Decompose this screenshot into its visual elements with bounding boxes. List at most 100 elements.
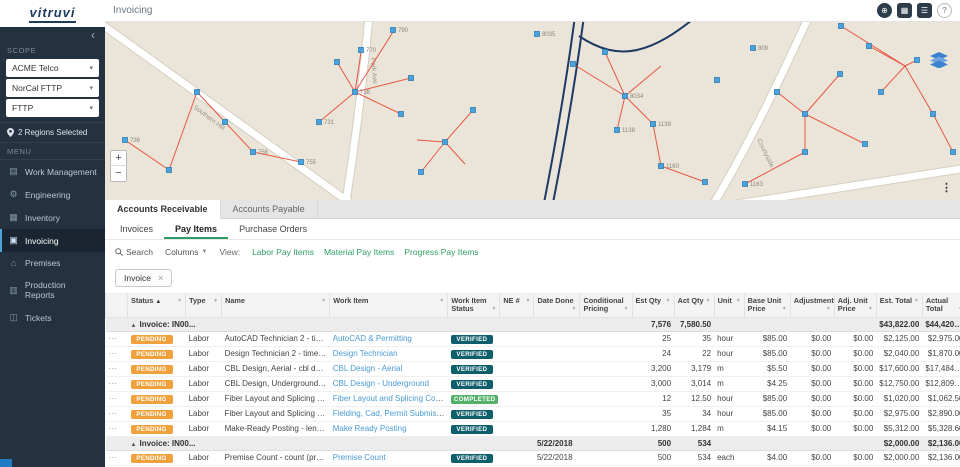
view-link-progress-pay-items[interactable]: Progress Pay Items bbox=[404, 247, 478, 257]
filter-icon[interactable]: ▼ bbox=[666, 298, 671, 305]
filter-icon[interactable]: ▼ bbox=[868, 307, 873, 313]
split-layout-icon[interactable]: ▦ bbox=[897, 3, 912, 18]
filter-icon[interactable]: ▼ bbox=[624, 307, 629, 313]
view-link-labor-pay-items[interactable]: Labor Pay Items bbox=[252, 247, 314, 257]
zoom-out-button[interactable]: − bbox=[111, 166, 126, 181]
map-layers-button[interactable] bbox=[930, 52, 948, 73]
filter-icon[interactable]: ▼ bbox=[914, 298, 919, 305]
work-item-link[interactable]: Make Ready Posting bbox=[333, 424, 407, 433]
map-more-button[interactable]: ⋮ bbox=[941, 181, 952, 194]
col-header-type[interactable]: Type ▼ bbox=[185, 294, 223, 318]
row-menu-icon[interactable]: ⋯ bbox=[109, 349, 118, 358]
col-header-work-item-status[interactable]: Work Item Status ▼ bbox=[447, 294, 501, 318]
filter-icon[interactable]: ▼ bbox=[572, 307, 577, 313]
filter-icon[interactable]: ▼ bbox=[439, 298, 444, 305]
work-item-link[interactable]: Fiber Layout and Splicing Configuration bbox=[333, 394, 448, 403]
drop-line bbox=[624, 65, 662, 97]
filter-icon[interactable]: ▼ bbox=[826, 307, 831, 313]
sidebar-item-work-management[interactable]: ▤ Work Management bbox=[0, 160, 105, 183]
subtab-pay-items[interactable]: Pay Items bbox=[164, 219, 228, 239]
work-item-link[interactable]: CBL Design - Underground bbox=[333, 379, 429, 388]
collapse-group-icon[interactable]: ▲ bbox=[131, 442, 137, 448]
sidebar-item-invoicing[interactable]: ▣ Invoicing bbox=[0, 229, 105, 252]
map-canvas[interactable]: Southern HillPark AveCourtyside736756755… bbox=[105, 22, 960, 200]
invoice-group-chip[interactable]: Invoice × bbox=[115, 269, 173, 287]
row-menu-icon[interactable]: ⋯ bbox=[109, 453, 118, 462]
col-header-est-qty[interactable]: Est Qty ▼ bbox=[631, 294, 675, 318]
help-icon[interactable]: ? bbox=[937, 3, 952, 18]
row-menu-icon[interactable]: ⋯ bbox=[109, 379, 118, 388]
table-layout-icon[interactable]: ☰ bbox=[917, 3, 932, 18]
col-header-work-item[interactable]: Work Item ▼ bbox=[329, 294, 449, 318]
row-menu-icon[interactable]: ⋯ bbox=[109, 334, 118, 343]
pay-item-row[interactable]: ⋯ PENDING Labor Fiber Layout and Splicing C… bbox=[105, 406, 960, 422]
work-item-link[interactable]: Fielding, Cad, Permit Submission bbox=[333, 409, 448, 418]
filter-icon[interactable]: ▼ bbox=[782, 307, 787, 313]
scope-select-acme-telco[interactable]: ACME Telco ▾ bbox=[6, 59, 99, 77]
brand-logo[interactable]: vitruvi bbox=[0, 0, 105, 27]
row-menu-icon[interactable]: ⋯ bbox=[109, 364, 118, 373]
sidebar-item-premises[interactable]: ⌂ Premises bbox=[0, 252, 105, 274]
search-button[interactable]: Search bbox=[115, 247, 153, 257]
col-header-est-total[interactable]: Est. Total ▼ bbox=[875, 294, 923, 318]
est-total-cell: $17,600.00 bbox=[876, 361, 923, 377]
col-header-ne[interactable]: NE # ▼ bbox=[499, 294, 535, 318]
pay-item-row[interactable]: ⋯ PENDING Labor CBL Design, Aerial - cbl de… bbox=[105, 361, 960, 377]
tab-accounts-receivable[interactable]: Accounts Receivable bbox=[105, 200, 221, 219]
tab-accounts-payable[interactable]: Accounts Payable bbox=[221, 200, 318, 218]
work-item-link[interactable]: Design Technician bbox=[333, 349, 398, 358]
filter-icon[interactable]: ▼ bbox=[706, 298, 711, 305]
zoom-in-button[interactable]: + bbox=[111, 151, 126, 166]
filter-icon[interactable]: ▼ bbox=[321, 298, 326, 305]
col-header-actual-total[interactable]: Actual Total▼ bbox=[921, 294, 960, 318]
pay-item-row[interactable]: ⋯ PENDING Labor Premise Count - count (prem… bbox=[105, 450, 960, 466]
date-done-cell: 5/22/2018 bbox=[533, 450, 580, 466]
col-header-date-done[interactable]: Date Done ▼ bbox=[533, 294, 581, 318]
pay-item-row[interactable]: ⋯ PENDING Labor CBL Design, Underground - c… bbox=[105, 376, 960, 392]
pay-item-row[interactable]: ⋯ PENDING Labor Make-Ready Posting - length… bbox=[105, 421, 960, 437]
subtab-purchase-orders[interactable]: Purchase Orders bbox=[228, 219, 318, 239]
scope-select-norcal-fttp[interactable]: NorCal FTTP ▾ bbox=[6, 79, 99, 97]
columns-button[interactable]: Columns ▼ bbox=[165, 247, 208, 257]
col-header-status[interactable]: Status ▲ ▼ bbox=[127, 294, 187, 318]
map-panel[interactable]: Southern Hill Park Ave Courtyside 736 756 755… bbox=[105, 22, 960, 200]
sidebar-item-inventory[interactable]: ▦ Inventory bbox=[0, 206, 105, 229]
filter-icon[interactable]: ▼ bbox=[736, 298, 741, 305]
col-header-conditional-pricing[interactable]: Conditional Pricing ▼ bbox=[579, 294, 633, 318]
col-header-unit[interactable]: Unit ▼ bbox=[713, 294, 745, 318]
row-menu-icon[interactable]: ⋯ bbox=[109, 394, 118, 403]
sidebar-item-production-reports[interactable]: ▥ Production Reports bbox=[0, 274, 105, 306]
collapse-group-icon[interactable]: ▲ bbox=[131, 323, 137, 329]
col-header-adj-unit-price[interactable]: Adj. Unit Price ▼ bbox=[833, 294, 877, 318]
work-item-cell: Design Technician bbox=[329, 346, 448, 362]
est-total-cell: $1,020.00 bbox=[876, 391, 923, 407]
row-menu-icon[interactable]: ⋯ bbox=[109, 424, 118, 433]
view-link-material-pay-items[interactable]: Material Pay Items bbox=[324, 247, 394, 257]
filter-icon[interactable]: ▼ bbox=[491, 307, 496, 313]
invoice-group-row[interactable]: ▲ Invoice: IN00... 5/22/2018 500 534 $2,000.0… bbox=[105, 436, 960, 451]
subtab-invoices[interactable]: Invoices bbox=[109, 219, 164, 239]
filter-icon[interactable]: ▼ bbox=[177, 298, 182, 305]
work-item-link[interactable]: AutoCAD & Permitting bbox=[333, 334, 412, 343]
invoice-group-row[interactable]: ▲ Invoice: IN00... 7,576 7,580.50 $43,822.00… bbox=[105, 317, 960, 332]
pay-item-row[interactable]: ⋯ PENDING Labor Design Technician 2 - time … bbox=[105, 346, 960, 362]
ne-cell bbox=[499, 406, 534, 422]
row-menu-icon[interactable]: ⋯ bbox=[109, 409, 118, 418]
col-header-act-qty[interactable]: Act Qty ▼ bbox=[673, 294, 715, 318]
work-item-link[interactable]: CBL Design - Aerial bbox=[333, 364, 403, 373]
col-header-base-unit-price[interactable]: Base Unit Price ▼ bbox=[743, 294, 791, 318]
sidebar-item-tickets[interactable]: ◫ Tickets bbox=[0, 306, 105, 329]
scope-select-fttp[interactable]: FTTP ▾ bbox=[6, 99, 99, 117]
regions-selected[interactable]: 2 Regions Selected bbox=[0, 122, 105, 143]
filter-icon[interactable]: ▼ bbox=[213, 298, 218, 305]
filter-icon[interactable]: ▼ bbox=[525, 298, 530, 305]
work-item-link[interactable]: Premise Count bbox=[333, 453, 386, 462]
globe-icon[interactable]: ⊕ bbox=[877, 3, 892, 18]
col-header-name[interactable]: Name ▼ bbox=[221, 294, 331, 318]
sidebar-collapse-button[interactable]: ‹ bbox=[0, 27, 105, 42]
pay-item-row[interactable]: ⋯ PENDING Labor Fiber Layout and Splicing C… bbox=[105, 391, 960, 407]
close-icon[interactable]: × bbox=[158, 273, 163, 283]
sidebar-item-engineering[interactable]: ⚙ Engineering bbox=[0, 183, 105, 206]
col-header-adjustment[interactable]: Adjustment ▼ bbox=[789, 294, 835, 318]
pay-item-row[interactable]: ⋯ PENDING Labor AutoCAD Technician 2 - time… bbox=[105, 331, 960, 347]
